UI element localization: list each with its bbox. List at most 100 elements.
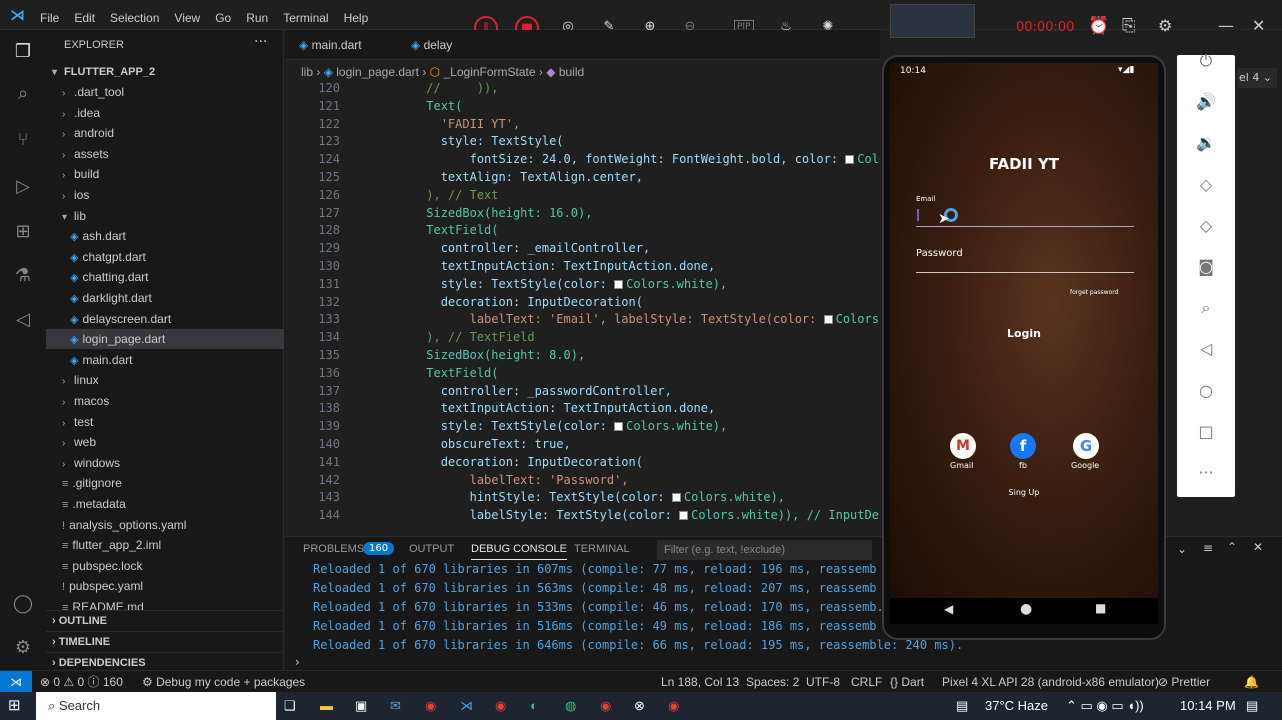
- explorer-icon[interactable]: ❐: [11, 40, 35, 64]
- menu-edit[interactable]: Edit: [74, 11, 95, 25]
- file-item[interactable]: ◈ darklight.dart: [46, 288, 284, 308]
- folder-item[interactable]: › web: [46, 432, 284, 452]
- minimize-icon[interactable]: —: [1218, 16, 1234, 35]
- code-editor[interactable]: 120 // )), 121 Text(122 'FADII YT', 123 st…: [285, 80, 880, 532]
- file-item[interactable]: ! pubspec.yaml: [46, 576, 284, 596]
- login-button[interactable]: Login: [890, 327, 1158, 340]
- encoding[interactable]: UTF-8: [806, 671, 840, 693]
- forgot-password-link[interactable]: forget password: [1070, 289, 1118, 296]
- folder-item[interactable]: › macos: [46, 391, 284, 411]
- outline-section[interactable]: › OUTLINE: [46, 610, 284, 630]
- folder-item[interactable]: ▾ lib: [46, 206, 284, 226]
- password-field[interactable]: [916, 261, 1134, 273]
- list-icon[interactable]: ≡: [1203, 541, 1213, 555]
- file-explorer-icon[interactable]: ▬: [320, 692, 333, 720]
- overview-icon[interactable]: □: [1195, 421, 1217, 443]
- language-mode[interactable]: {} Dart: [890, 671, 924, 693]
- search-icon[interactable]: ⌕: [11, 82, 35, 106]
- file-item[interactable]: ◈ delayscreen.dart: [46, 309, 284, 329]
- menu-terminal[interactable]: Terminal: [283, 11, 328, 25]
- notifications-icon[interactable]: 🔔: [1244, 671, 1259, 693]
- run-debug-icon[interactable]: ▷: [11, 175, 35, 199]
- file-item[interactable]: ≡ .metadata: [46, 494, 284, 514]
- more-actions-icon[interactable]: ···: [254, 34, 267, 50]
- folder-item[interactable]: › assets: [46, 144, 284, 164]
- file-item[interactable]: ◈ chatgpt.dart: [46, 247, 284, 267]
- file-item[interactable]: ≡ flutter_app_2.iml: [46, 535, 284, 555]
- menu-file[interactable]: File: [40, 11, 59, 25]
- device-selector[interactable]: el 4 ⌄: [1237, 68, 1277, 88]
- file-item[interactable]: ≡ .gitignore: [46, 473, 284, 493]
- nav-home-icon[interactable]: ●: [1020, 601, 1032, 617]
- windows-start-icon[interactable]: ⊞: [8, 692, 21, 720]
- folder-item[interactable]: › build: [46, 164, 284, 184]
- menu-go[interactable]: Go: [215, 11, 231, 25]
- filter-input[interactable]: Filter (e.g. text, !exclude): [657, 540, 872, 560]
- file-item[interactable]: ! analysis_options.yaml: [46, 515, 284, 535]
- color-swatch-icon[interactable]: [845, 155, 855, 165]
- menu-selection[interactable]: Selection: [110, 11, 159, 25]
- mail-icon[interactable]: ✉: [390, 692, 401, 720]
- notification-center-icon[interactable]: ▤: [1246, 692, 1258, 720]
- file-item[interactable]: ◈ chatting.dart: [46, 267, 284, 287]
- gmail-button[interactable]: M: [950, 433, 976, 459]
- color-swatch-icon[interactable]: [679, 511, 689, 521]
- chrome-icon-3[interactable]: ◉: [600, 692, 611, 720]
- breadcrumb-method[interactable]: build: [559, 65, 584, 79]
- file-item[interactable]: ◈ main.dart: [46, 350, 284, 370]
- project-root[interactable]: ▾ FLUTTER_APP_2: [46, 62, 284, 82]
- indentation[interactable]: Spaces: 2: [746, 671, 799, 693]
- folder-item[interactable]: › windows: [46, 453, 284, 473]
- maximize-panel-icon[interactable]: ⌃: [1227, 540, 1237, 554]
- rotate-right-icon[interactable]: ◇: [1195, 215, 1217, 237]
- edge-icon[interactable]: ◐: [530, 692, 538, 720]
- color-swatch-icon[interactable]: [614, 422, 624, 432]
- recorder-icon[interactable]: ◉: [668, 692, 679, 720]
- line-ending[interactable]: CRLF: [851, 671, 882, 693]
- tab-problems[interactable]: PROBLEMS: [303, 543, 364, 555]
- more-icon[interactable]: ···: [1195, 462, 1217, 484]
- volume-down-icon[interactable]: 🔉: [1195, 132, 1217, 154]
- menu-run[interactable]: Run: [246, 11, 268, 25]
- alarm-icon[interactable]: ⏰: [1088, 16, 1109, 36]
- account-icon[interactable]: ◯: [11, 592, 35, 616]
- breadcrumb-lib[interactable]: lib: [301, 65, 313, 79]
- folder-item[interactable]: › android: [46, 123, 284, 143]
- folder-item[interactable]: › linux: [46, 370, 284, 390]
- nav-back-icon[interactable]: ◀: [944, 602, 953, 616]
- folder-item[interactable]: › .dart_tool: [46, 82, 284, 102]
- volume-up-icon[interactable]: 🔊: [1195, 91, 1217, 113]
- file-item[interactable]: ◈ ash.dart: [46, 226, 284, 246]
- folder-item[interactable]: › .idea: [46, 103, 284, 123]
- facebook-button[interactable]: f: [1010, 433, 1036, 459]
- tray-icons[interactable]: ⌃ ▭ ◉ ▭ ◖)): [1066, 692, 1144, 720]
- app-icon[interactable]: ⊗: [634, 692, 645, 720]
- folder-item[interactable]: › test: [46, 412, 284, 432]
- flutter-icon[interactable]: ◁: [11, 308, 35, 332]
- cursor-position[interactable]: Ln 188, Col 13: [661, 671, 739, 693]
- problems-status[interactable]: ⊗ 0 ⚠ 0 ⓘ 160: [40, 671, 123, 693]
- source-control-icon[interactable]: ⑂: [11, 128, 35, 152]
- screen-share-icon[interactable]: ⎘: [1122, 16, 1136, 36]
- clock[interactable]: 10:14 PM: [1180, 692, 1236, 720]
- dependencies-section[interactable]: › DEPENDENCIES: [46, 652, 284, 672]
- prettier-status[interactable]: ⊘ Prettier: [1158, 671, 1210, 693]
- zoom-icon[interactable]: ⌕: [1195, 297, 1217, 319]
- tab-delay[interactable]: ◈ delay: [397, 30, 466, 60]
- menu-view[interactable]: View: [174, 11, 200, 25]
- remote-indicator-icon[interactable]: ⋊: [0, 671, 32, 692]
- store-icon[interactable]: ▣: [355, 692, 367, 720]
- device-indicator[interactable]: Pixel 4 XL API 28 (android-x86 emulator): [942, 671, 1159, 693]
- tab-main-dart[interactable]: ◈ main.dart: [285, 30, 376, 60]
- breadcrumb-class[interactable]: _LoginFormState: [444, 65, 536, 79]
- breadcrumb-file[interactable]: login_page.dart: [336, 65, 419, 79]
- timeline-section[interactable]: › TIMELINE: [46, 631, 284, 651]
- vscode-taskbar-icon[interactable]: ⋊: [460, 692, 473, 720]
- color-swatch-icon[interactable]: [823, 315, 833, 325]
- settings-icon[interactable]: ⚙: [1158, 16, 1172, 35]
- weather-status[interactable]: 37°C Haze: [985, 692, 1048, 720]
- task-view-icon[interactable]: ❑: [284, 692, 296, 720]
- home-icon[interactable]: ○: [1195, 380, 1217, 402]
- google-button[interactable]: G: [1073, 433, 1099, 459]
- extensions-icon[interactable]: ⊞: [11, 220, 35, 244]
